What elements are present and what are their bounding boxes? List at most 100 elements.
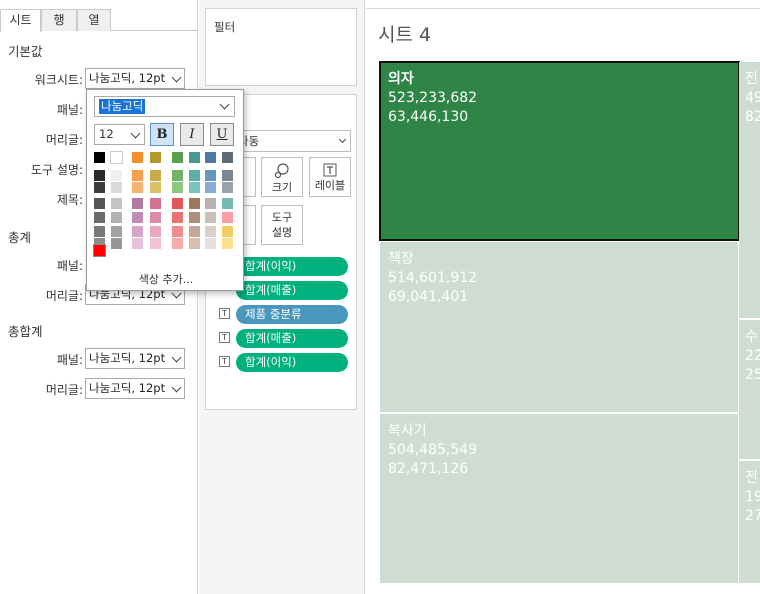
color-swatch[interactable] — [172, 226, 183, 237]
color-swatch[interactable] — [189, 152, 200, 163]
color-swatch[interactable] — [189, 182, 200, 193]
color-swatch[interactable] — [150, 198, 161, 209]
color-swatch[interactable] — [222, 226, 233, 237]
color-swatch[interactable] — [205, 152, 216, 163]
filters-card[interactable]: 필터 — [205, 8, 357, 86]
color-swatch[interactable] — [189, 226, 200, 237]
row-label-pane: 패널: — [56, 103, 83, 117]
color-swatch[interactable] — [172, 198, 183, 209]
field-pill-sales-size[interactable]: 합계(매출) — [236, 281, 348, 300]
color-swatch[interactable] — [172, 152, 183, 163]
color-swatch[interactable] — [94, 170, 105, 181]
treemap-cell-right-2[interactable]: 수 22 25 — [739, 320, 760, 459]
chevron-down-icon — [338, 135, 347, 144]
color-swatch[interactable] — [150, 152, 161, 163]
color-swatch[interactable] — [150, 238, 161, 249]
color-swatch[interactable] — [222, 198, 233, 209]
color-swatch[interactable] — [222, 238, 233, 249]
color-swatch[interactable] — [205, 238, 216, 249]
cell-name: 수 — [745, 329, 758, 345]
color-swatch[interactable] — [205, 212, 216, 223]
color-swatch[interactable] — [132, 170, 143, 181]
font-format-popup: 나눔고딕 12 B I U 색상 추가... — [86, 89, 244, 291]
color-swatch[interactable] — [132, 198, 143, 209]
grand-header-font-select[interactable]: 나눔고딕, 12pt — [85, 378, 185, 399]
color-swatch[interactable] — [111, 212, 122, 223]
color-swatch[interactable] — [205, 226, 216, 237]
color-swatch[interactable] — [172, 182, 183, 193]
color-swatch[interactable] — [132, 182, 143, 193]
marks-tooltip-button[interactable]: 도구 설명 — [261, 205, 303, 245]
marks-size-button[interactable]: 크기 — [261, 157, 303, 197]
color-swatch[interactable] — [189, 212, 200, 223]
color-swatch[interactable] — [150, 182, 161, 193]
color-swatch[interactable] — [132, 152, 143, 163]
color-swatch[interactable] — [94, 182, 105, 193]
color-swatch[interactable] — [94, 152, 105, 163]
field-pill-profit-color[interactable]: 합계(이익) — [236, 257, 348, 276]
cell-sales: 523,233,682 — [388, 90, 478, 106]
color-swatch[interactable] — [205, 170, 216, 181]
color-swatch[interactable] — [222, 212, 233, 223]
italic-button[interactable]: I — [180, 123, 204, 146]
bold-button[interactable]: B — [150, 123, 174, 146]
color-swatch[interactable] — [94, 212, 105, 223]
popup-size-select[interactable]: 12 — [94, 124, 145, 145]
field-pill-subcategory-label[interactable]: 제품 중분류 — [236, 305, 348, 324]
color-swatch[interactable] — [150, 212, 161, 223]
tab-rows[interactable]: 행 — [41, 9, 77, 31]
marks-label-button[interactable]: 레이블 — [309, 157, 351, 197]
color-swatch[interactable] — [172, 238, 183, 249]
popup-font-select[interactable]: 나눔고딕 — [94, 96, 235, 117]
color-swatch[interactable] — [205, 198, 216, 209]
cell-sales: 19 — [745, 489, 760, 505]
color-swatch[interactable] — [222, 170, 233, 181]
color-swatch[interactable] — [132, 212, 143, 223]
cell-name: 의자 — [388, 71, 414, 87]
color-swatch[interactable] — [94, 198, 105, 209]
color-swatch[interactable] — [111, 182, 122, 193]
tab-columns[interactable]: 열 — [77, 9, 111, 31]
treemap-cell-chair[interactable]: 의자 523,233,682 63,446,130 — [379, 61, 740, 241]
cell-profit: 82,471,126 — [388, 461, 469, 477]
color-swatch[interactable] — [222, 182, 233, 193]
color-swatch[interactable] — [110, 151, 123, 164]
color-swatch[interactable] — [172, 212, 183, 223]
color-swatch[interactable] — [150, 170, 161, 181]
color-swatch[interactable] — [111, 238, 122, 249]
color-swatch[interactable] — [150, 226, 161, 237]
selected-color-swatch[interactable] — [93, 244, 106, 257]
color-swatch[interactable] — [172, 170, 183, 181]
mark-type-select[interactable]: 자동 — [232, 130, 351, 152]
viz-area: 시트 4 의자 523,233,682 63,446,130 책장 514,60… — [366, 0, 760, 594]
underline-button[interactable]: U — [210, 123, 234, 146]
worksheet-font-select[interactable]: 나눔고딕, 12pt — [85, 68, 185, 89]
treemap-label: 책장 514,601,912 69,041,401 — [388, 250, 477, 307]
size-icon — [274, 163, 289, 179]
color-swatch[interactable] — [111, 198, 122, 209]
cell-sales: 504,485,549 — [388, 442, 478, 458]
treemap-label: 전 49 82 — [745, 70, 760, 127]
treemap-cell-copier[interactable]: 복사기 504,485,549 82,471,126 — [380, 414, 738, 583]
row-label-worksheet: 워크시트: — [34, 73, 83, 87]
field-pill-sales-label[interactable]: 합계(매출) — [236, 329, 348, 348]
treemap-label: 전 19 27 — [745, 469, 760, 526]
color-swatch[interactable] — [189, 198, 200, 209]
tab-sheet[interactable]: 시트 — [0, 9, 41, 32]
grand-pane-font-select[interactable]: 나눔고딕, 12pt — [85, 348, 185, 369]
color-swatch[interactable] — [189, 238, 200, 249]
color-swatch[interactable] — [222, 152, 233, 163]
color-swatch[interactable] — [94, 226, 105, 237]
treemap-cell-right-3[interactable]: 전 19 27 — [739, 461, 760, 583]
color-swatch[interactable] — [189, 170, 200, 181]
color-swatch[interactable] — [132, 238, 143, 249]
treemap-cell-right-1[interactable]: 전 49 82 — [739, 62, 760, 318]
add-color-link[interactable]: 색상 추가... — [87, 271, 245, 287]
color-swatch[interactable] — [111, 226, 122, 237]
treemap-cell-bookcase[interactable]: 책장 514,601,912 69,041,401 — [380, 242, 738, 412]
color-swatch[interactable] — [132, 226, 143, 237]
row-label-grand-pane: 패널: — [56, 353, 83, 367]
color-swatch[interactable] — [205, 182, 216, 193]
field-pill-profit-label[interactable]: 합계(이익) — [236, 353, 348, 372]
color-swatch[interactable] — [111, 170, 122, 181]
